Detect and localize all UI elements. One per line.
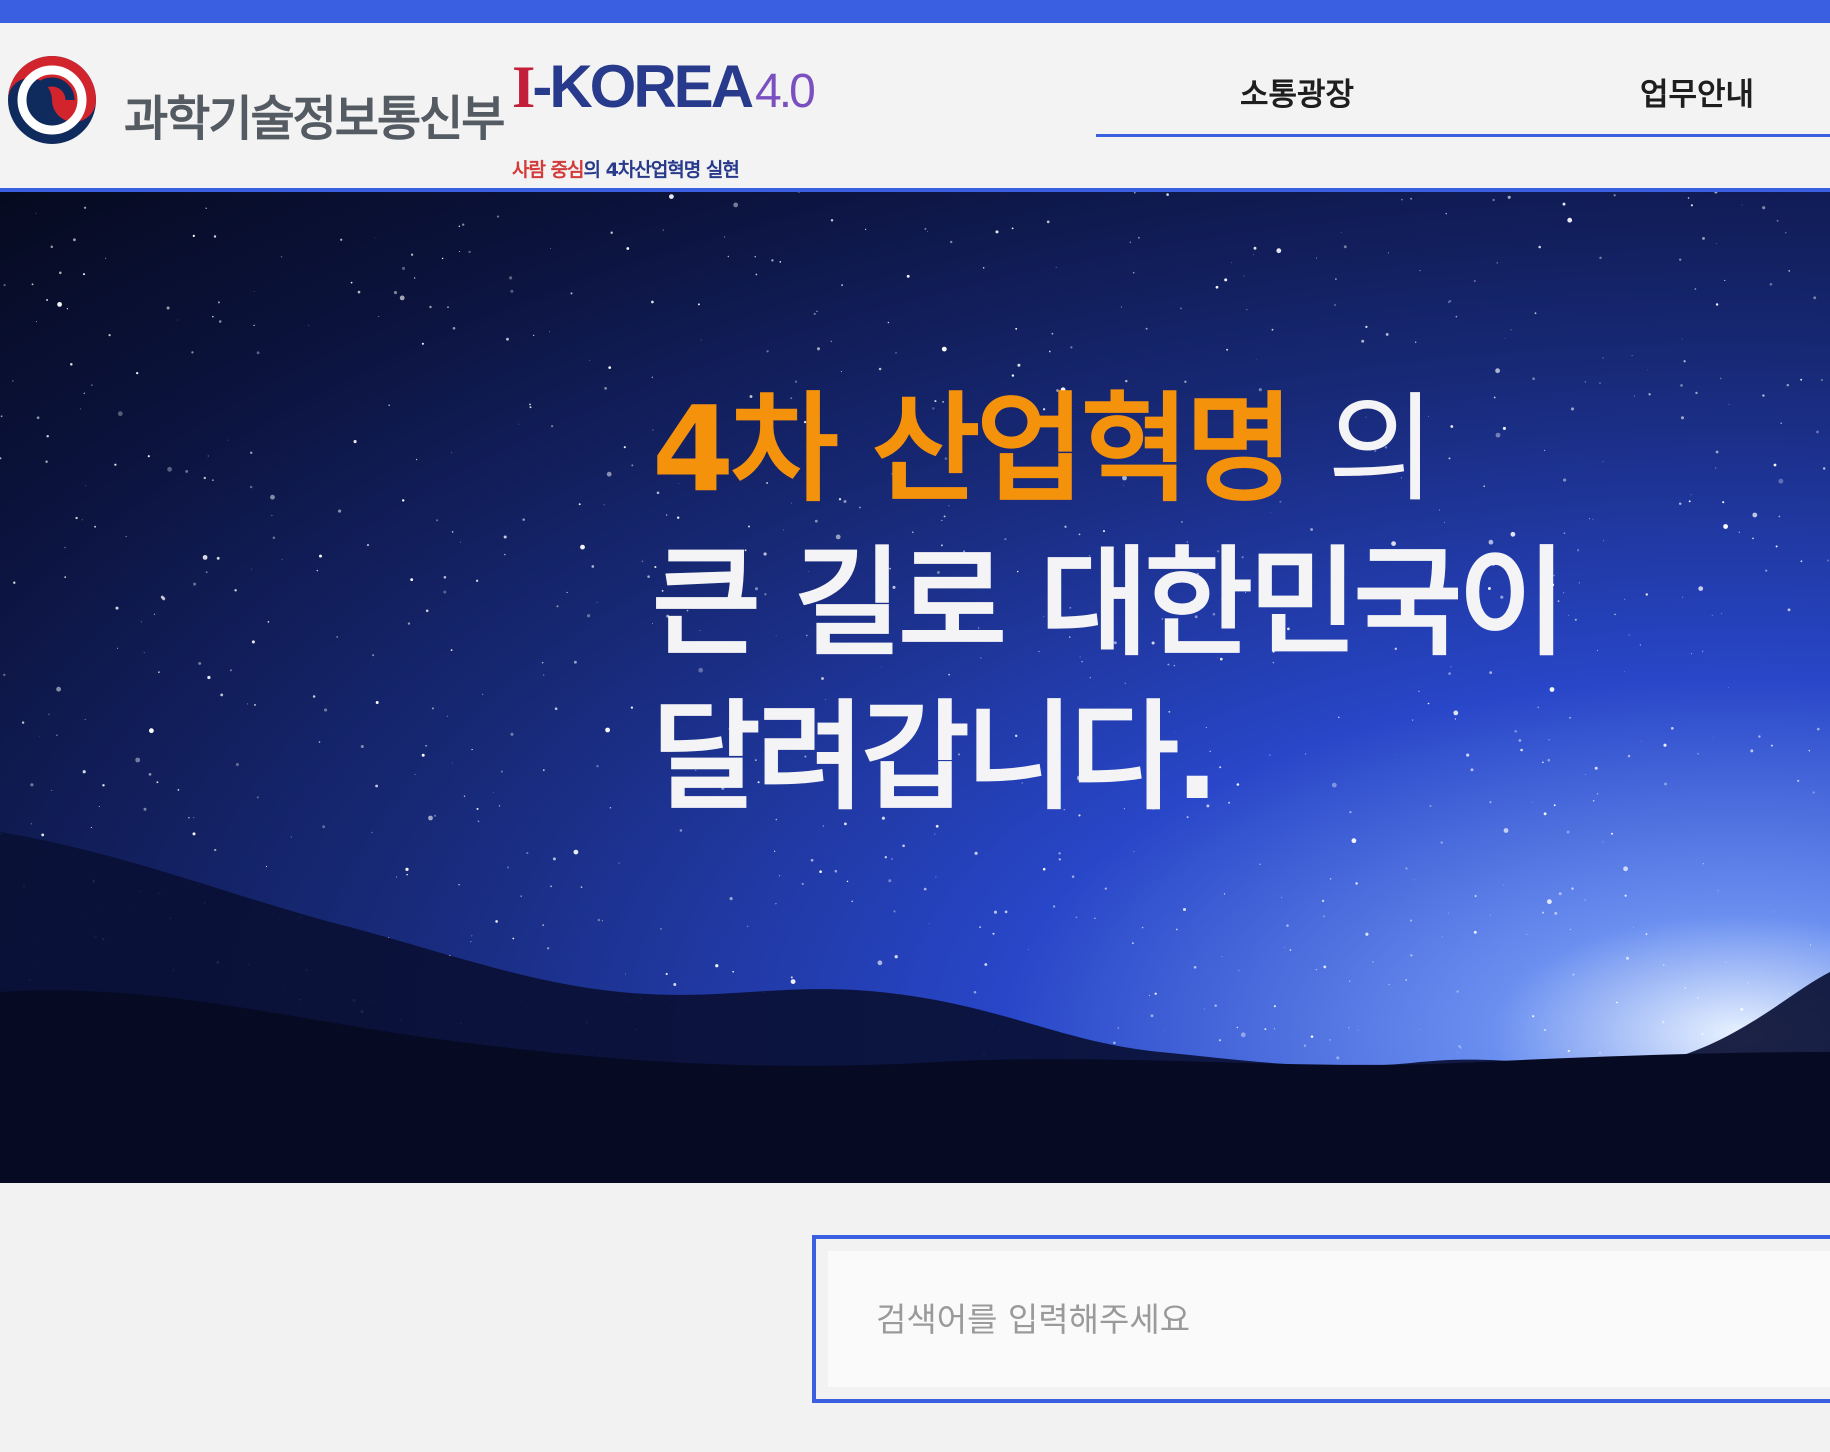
hero-headline-line3: 달려갑니다. <box>652 688 1220 826</box>
top-accent-bar <box>0 0 1830 23</box>
search-input[interactable] <box>828 1251 1830 1387</box>
i-korea-logo[interactable]: I-KOREA4.0 사람 중심의 4차산업혁명 실현 <box>512 54 816 187</box>
nav-item-business-guide[interactable]: 업무안내 <box>1640 69 1754 114</box>
logo-korea-text: -KOREA <box>532 53 754 120</box>
main-nav: 소통광장 업무안내 <box>1096 23 1830 137</box>
hero-highlight: 4차 산업혁명 <box>652 380 1294 518</box>
nav-item-communication[interactable]: 소통광장 <box>1240 69 1354 114</box>
search-box <box>812 1235 1830 1403</box>
logo-letter-i: I <box>512 54 535 120</box>
hero-banner: 4차 산업혁명 의 큰 길로 대한민국이 달려갑니다. <box>0 192 1830 1183</box>
logo-version: 4.0 <box>755 65 816 118</box>
government-emblem-icon[interactable] <box>4 47 100 153</box>
hero-headline-line1: 4차 산업혁명 의 <box>652 390 1436 508</box>
logo-tagline-red: 사람 중심 <box>512 159 585 181</box>
logo-tagline-blue: 의 4차산업혁명 실현 <box>583 159 740 181</box>
hero-headline-line2: 큰 길로 대한민국이 <box>652 534 1567 672</box>
hero-line1-rest: 의 <box>1327 380 1436 518</box>
ministry-name[interactable]: 과학기술정보통신부 <box>124 79 505 149</box>
